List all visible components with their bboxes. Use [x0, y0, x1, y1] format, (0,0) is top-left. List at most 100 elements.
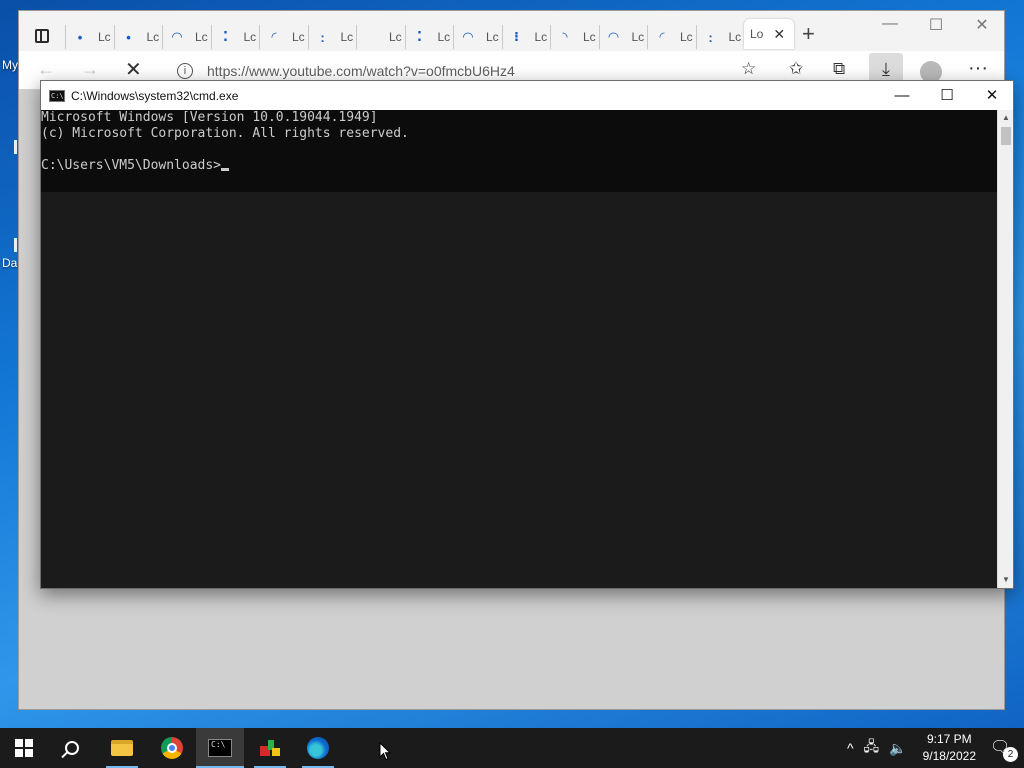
tab-label: Lc [534, 30, 548, 44]
browser-maximize-button[interactable]: ☐ [913, 15, 959, 35]
browser-tab[interactable]: • Lc [65, 25, 114, 49]
browser-tab[interactable]: ⁚ Lc [210, 25, 260, 49]
mouse-pointer-icon [379, 742, 391, 761]
tab-close-icon[interactable]: ✕ [773, 26, 785, 43]
add-favorite-icon[interactable]: ☆ [741, 59, 756, 79]
browser-tab[interactable]: ◠ Lc [453, 25, 502, 49]
cmd-icon: C:\ [208, 739, 232, 757]
tab-label: Lc [146, 30, 160, 44]
tab-favicon-icon: : [320, 29, 325, 45]
browser-close-button[interactable]: ✕ [959, 15, 1005, 35]
collections-icon[interactable]: ⧉ [833, 59, 845, 79]
cmd-output-line: (c) Microsoft Corporation. All rights re… [41, 126, 409, 141]
browser-minimize-button[interactable]: — [867, 15, 913, 33]
desktop-icon[interactable] [14, 140, 17, 154]
taskbar-file-explorer[interactable] [98, 728, 146, 768]
clock[interactable]: 9:17 PM 9/18/2022 [923, 731, 976, 765]
tab-favicon-icon: ⁚ [417, 29, 422, 44]
site-info-icon[interactable]: i [177, 63, 193, 79]
browser-tab[interactable]: Lc [356, 25, 405, 49]
cmd-maximize-button[interactable]: ☐ [924, 81, 970, 110]
browser-tab[interactable]: ◠ Lc [598, 25, 648, 49]
cmd-window-title: C:\Windows\system32\cmd.exe [71, 88, 239, 103]
cmd-minimize-button[interactable]: — [879, 81, 925, 110]
scroll-up-icon[interactable]: ▲ [998, 110, 1014, 126]
cmd-window: C:\ C:\Windows\system32\cmd.exe — ☐ ✕ Mi… [40, 80, 1014, 589]
tab-actions-icon [35, 29, 49, 43]
notification-count-badge: 2 [1003, 747, 1018, 762]
tab-favicon-icon: • [126, 29, 131, 45]
taskbar-chrome[interactable] [148, 728, 196, 768]
clock-time: 9:17 PM [926, 732, 972, 746]
tab-label: Lc [486, 30, 499, 44]
tab-label: Lc [728, 30, 742, 44]
browser-tab[interactable]: ◝ Lc [550, 25, 599, 49]
system-tray: ^ 🖧 🔈 9:17 PM 9/18/2022 🗨 2 [847, 728, 1024, 768]
desktop-icon[interactable] [14, 238, 17, 252]
cmd-output-line: Microsoft Windows [Version 10.0.19044.19… [41, 110, 378, 125]
browser-tab[interactable]: • Lc [113, 25, 163, 49]
cmd-prompt-line[interactable]: C:\Users\VM5\Downloads> [41, 158, 999, 174]
taskbar-cmd[interactable]: C:\ [196, 728, 244, 768]
taskbar-edge[interactable] [294, 728, 342, 768]
clock-date: 9/18/2022 [922, 749, 976, 763]
forward-button[interactable]: → [81, 59, 99, 80]
tab-favicon-icon: : [708, 29, 713, 45]
tools-app-icon [258, 738, 282, 758]
tab-favicon-icon: ◜ [659, 29, 665, 44]
desktop-icon-label[interactable]: My [2, 58, 18, 72]
volume-icon[interactable]: 🔈 [889, 740, 906, 757]
tab-label: Lc [98, 30, 111, 44]
tab-label: Lc [195, 30, 208, 44]
start-button[interactable] [0, 728, 48, 768]
browser-tab[interactable]: ⁝ Lc [501, 25, 551, 49]
new-tab-button[interactable]: + [802, 23, 815, 45]
cmd-console[interactable]: Microsoft Windows [Version 10.0.19044.19… [41, 110, 999, 588]
cmd-app-icon[interactable]: C:\ [49, 89, 65, 102]
browser-tab[interactable]: ◜ Lc [259, 25, 308, 49]
folder-icon [111, 740, 133, 756]
action-center-button[interactable]: 🗨 2 [990, 737, 1018, 762]
browser-tab[interactable]: : Lc [695, 25, 745, 49]
text-cursor [221, 168, 230, 171]
cmd-close-button[interactable]: ✕ [969, 81, 1015, 110]
tab-label: Lc [680, 30, 693, 44]
tab-label: Lc [340, 30, 354, 44]
more-options-icon[interactable]: ··· [968, 57, 988, 80]
taskbar-tools-app[interactable] [246, 728, 294, 768]
browser-tab[interactable]: : Lc [307, 25, 357, 49]
back-button[interactable]: ← [37, 59, 55, 80]
browser-tab[interactable]: ⁚ Lc [404, 25, 454, 49]
active-browser-tab[interactable]: Lo ✕ [744, 19, 794, 49]
scroll-thumb[interactable] [1001, 127, 1011, 145]
tab-favicon-icon: ◠ [608, 29, 619, 44]
cmd-output: Microsoft Windows [Version 10.0.19044.19… [41, 110, 999, 192]
tab-favicon-icon: ◜ [271, 29, 277, 44]
network-icon[interactable]: 🖧 [864, 736, 880, 760]
browser-tab[interactable]: ◜ Lc [647, 25, 696, 49]
search-button[interactable] [48, 728, 96, 768]
favorites-icon[interactable]: ✩ [789, 59, 803, 79]
tab-list: • Lc • Lc ◠ Lc ⁚ Lc ◜ Lc : Lc Lc ⁚ Lc ◠ Lc ⁝ Lc ◝… [65, 19, 794, 49]
windows-logo-icon [15, 739, 33, 757]
tab-favicon-icon: ◝ [562, 29, 568, 44]
cmd-prompt: C:\Users\VM5\Downloads> [41, 158, 222, 173]
taskbar: C:\ ^ 🖧 🔈 9:17 PM 9/18/2022 🗨 2 [0, 728, 1024, 768]
tab-label: Lc [631, 30, 645, 44]
chrome-icon [161, 737, 183, 759]
tab-label: Lc [437, 30, 451, 44]
desktop-icon-label[interactable]: Da [2, 256, 17, 270]
browser-tab[interactable]: ◠ Lc [162, 25, 211, 49]
tab-favicon-icon: ⁝ [514, 29, 519, 44]
tab-label: Lc [243, 30, 257, 44]
url-text[interactable]: https://www.youtube.com/watch?v=o0fmcbU6… [207, 63, 515, 79]
stop-loading-button[interactable]: ✕ [125, 57, 142, 82]
show-hidden-icons-chevron-icon[interactable]: ^ [847, 740, 854, 756]
search-icon [65, 741, 79, 755]
scroll-down-icon[interactable]: ▼ [998, 572, 1014, 588]
edge-icon [307, 737, 329, 759]
tab-actions-button[interactable] [27, 21, 57, 51]
tab-label: Lc [292, 30, 305, 44]
cmd-title-bar[interactable]: C:\ C:\Windows\system32\cmd.exe — ☐ ✕ [41, 81, 1013, 110]
cmd-scrollbar[interactable]: ▲ ▼ [997, 110, 1013, 588]
